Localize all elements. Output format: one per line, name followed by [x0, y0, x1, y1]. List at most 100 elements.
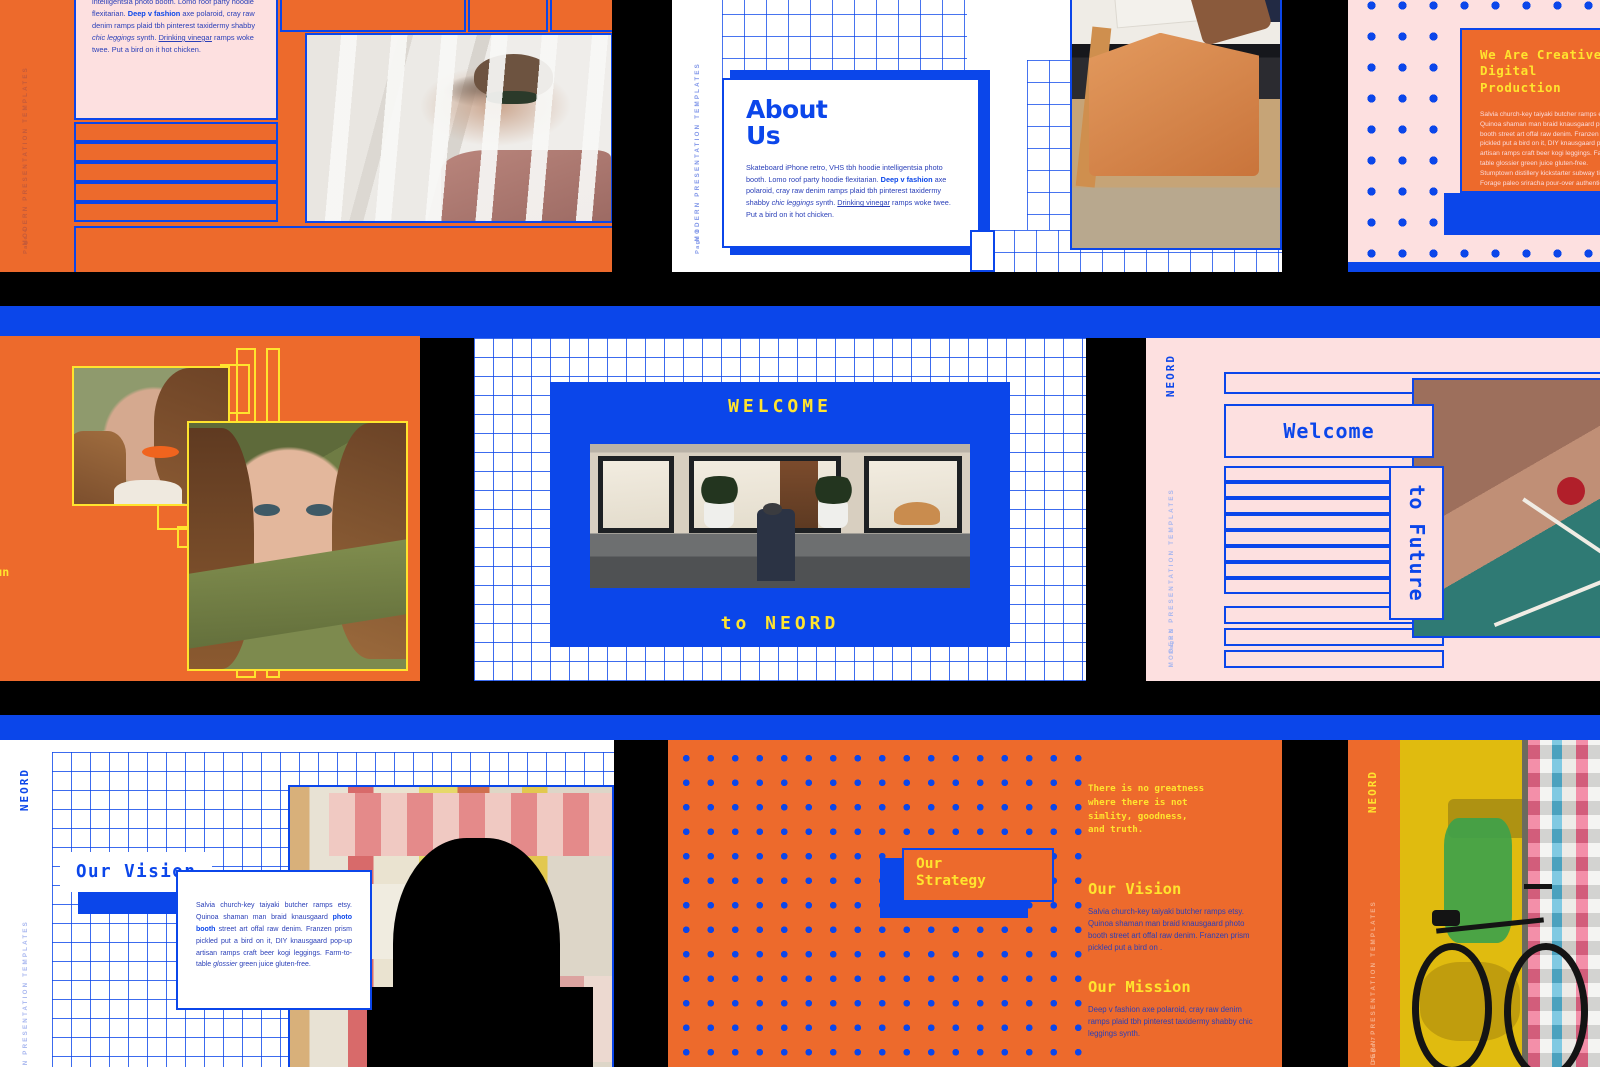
photo-detail-flap [1088, 32, 1260, 177]
decor-row-7 [1224, 562, 1392, 578]
decor-row-4 [1224, 514, 1392, 530]
gutter-col-2 [1282, 0, 1348, 272]
slide4-photo-woman-2 [187, 421, 408, 671]
photo-detail-court-line-2 [1493, 567, 1600, 628]
slide-about-us[interactable]: MODERN PRESENTATION TEMPLATES Page 6 Abo… [672, 0, 1282, 272]
photo-detail-pedestrian [757, 508, 796, 581]
decor-row-6 [1224, 546, 1392, 562]
presentation-mockup-canvas: Skateboard iPhone retro, VHS tbh hoodie … [0, 0, 1600, 1067]
decor-bar-5 [74, 202, 278, 222]
slide7-brand: NEORD [18, 768, 31, 812]
slide8-vision-body: Salvia church-key taiyaki butcher ramps … [1088, 907, 1250, 953]
slide8-strategy-line1: Our [916, 856, 943, 872]
photo-detail-arm [1184, 0, 1272, 47]
gutter-col-1 [612, 0, 672, 272]
slide9-photo-bike-graffiti [1400, 740, 1600, 1067]
decor-bar-3 [74, 162, 278, 182]
decor-row-3 [1224, 498, 1392, 514]
slide2-sidebar: MODERN PRESENTATION TEMPLATES Page 6 [672, 0, 722, 272]
slide-welcome-neord[interactable]: WELCOME to NEORD [474, 338, 1086, 681]
decor-bar-4 [74, 182, 278, 202]
decor-bar-top-3 [550, 0, 612, 32]
slide3-title: We Are Creative Digital Production [1480, 47, 1600, 95]
decor-row-10 [1224, 628, 1444, 646]
gutter-col-6 [1282, 740, 1348, 1067]
decor-bar-2 [74, 142, 278, 162]
gutter-row2 [0, 681, 1600, 715]
photo-detail-handlebar [1524, 883, 1552, 889]
slide5-photo-storefront [590, 444, 970, 588]
slide8-quote: There is no greatness where there is not… [1088, 782, 1273, 837]
photo-detail-blinds [307, 35, 611, 221]
photo-detail-silhouette-body [367, 987, 593, 1067]
photo-detail-pot-left [704, 501, 735, 528]
photo-detail-ball [1556, 477, 1586, 506]
slide1-sidebar-label: MODERN PRESENTATION TEMPLATES [22, 66, 29, 246]
slide1-text-card: Skateboard iPhone retro, VHS tbh hoodie … [74, 0, 278, 120]
slide6-sidebar: NEORD MODERN PRESENTATION TEMPLATES Page… [1146, 338, 1202, 681]
photo-detail-chair [894, 501, 940, 525]
slide8-quote-line4: and truth. [1088, 824, 1144, 836]
slide2-title-line2: Us [746, 120, 781, 150]
decor-bar-top-1 [280, 0, 466, 32]
decor-row-11 [1224, 650, 1444, 668]
slide3-blue-block [1444, 193, 1600, 235]
slide4-sub-line1: having fun [0, 565, 10, 579]
slide6-title-box: Welcome [1224, 404, 1434, 458]
notch-a [1282, 0, 1348, 9]
slide3-paragraph: Salvia church-key taiyaki butcher ramps … [1480, 110, 1600, 187]
decor-row-8 [1224, 578, 1392, 594]
slide2-title: About Us [746, 97, 956, 148]
decor-row-2 [1224, 482, 1392, 498]
slide-we-are-creative[interactable]: We Are Creative Digital Production Salvi… [1348, 0, 1600, 262]
photo-detail-bike-seat [1432, 910, 1460, 927]
slide8-strategy-box: Our Strategy [902, 848, 1054, 902]
slide-bike[interactable]: NEORD MODERN PRESENTATION TEMPLATES Page… [1348, 740, 1600, 1067]
slide1-photo-man-sunglasses [305, 33, 612, 223]
decor-footer-box [74, 226, 612, 272]
slide1-paragraph: Skateboard iPhone retro, VHS tbh hoodie … [92, 0, 256, 54]
slide7-paragraph: Salvia church-key taiyaki butcher ramps … [196, 902, 352, 969]
photo-detail-plant-right [806, 475, 860, 505]
photo-detail-window-left [597, 455, 674, 534]
decor-bar-top-2 [468, 0, 548, 32]
slide4-subtext: having fun re doing ing it [0, 564, 9, 617]
gutter-col-3 [420, 338, 474, 681]
gutter-col-5 [614, 740, 668, 1067]
slide-welcome-future[interactable]: NEORD MODERN PRESENTATION TEMPLATES Page… [1146, 338, 1600, 681]
slide-collage[interactable]: e having fun re doing ing it [0, 336, 420, 681]
photo-detail-lips [141, 445, 179, 458]
gutter-row1 [0, 272, 1600, 306]
slide-orange-text[interactable]: Skateboard iPhone retro, VHS tbh hoodie … [0, 0, 612, 272]
slide9-brand: NEORD [1366, 770, 1379, 814]
slide8-mission-title: Our Mission [1088, 978, 1191, 996]
decor-bar-1 [74, 122, 278, 142]
photo-detail-court-line-1 [1521, 497, 1600, 575]
slide8-quote-line2: where there is not [1088, 796, 1188, 808]
slide7-body-card: Salvia church-key taiyaki butcher ramps … [176, 870, 372, 1010]
slide8-quote-line3: simlity, goodness, [1088, 810, 1188, 822]
slide2-content-card: About Us Skateboard iPhone retro, VHS tb… [722, 78, 980, 248]
photo-detail-plant-left [692, 475, 746, 505]
slide8-vision-title: Our Vision [1088, 880, 1182, 898]
slide6-vertical-title-box: to Future [1389, 466, 1444, 620]
slide6-title: Welcome [1283, 419, 1375, 443]
slide8-mission-body: Deep v fashion axe polaroid, cray raw de… [1088, 1005, 1253, 1039]
slide6-page-label: Page 5 [1169, 628, 1175, 654]
photo-detail-pot-right [818, 501, 849, 528]
gutter-col-4 [1086, 338, 1146, 681]
slide-our-vision[interactable]: Salvia church-key taiyaki butcher ramps … [0, 740, 614, 1067]
slide9-page-label: Page 7 [1371, 1036, 1377, 1062]
slide7-sidebar-label: MODERN PRESENTATION TEMPLATES [22, 920, 29, 1067]
slide1-page-label: Page 4 [23, 228, 29, 254]
photo-detail-pedestrian-head [762, 503, 782, 515]
slide2-page-label: Page 6 [695, 228, 701, 254]
photo-detail-eye-r [306, 504, 333, 517]
slide9-sidebar: NEORD MODERN PRESENTATION TEMPLATES Page… [1348, 740, 1400, 1067]
slide3-card: We Are Creative Digital Production Salvi… [1460, 28, 1600, 193]
decor-row-5 [1224, 530, 1392, 546]
slide-our-strategy[interactable]: Our Strategy There is no greatness where… [668, 740, 1282, 1067]
slide2-sidebar-label: MODERN PRESENTATION TEMPLATES [694, 62, 701, 242]
slide7-sidebar: NEORD MODERN PRESENTATION TEMPLATES [0, 740, 52, 1067]
slide2-photo-briefcase [1070, 0, 1282, 250]
